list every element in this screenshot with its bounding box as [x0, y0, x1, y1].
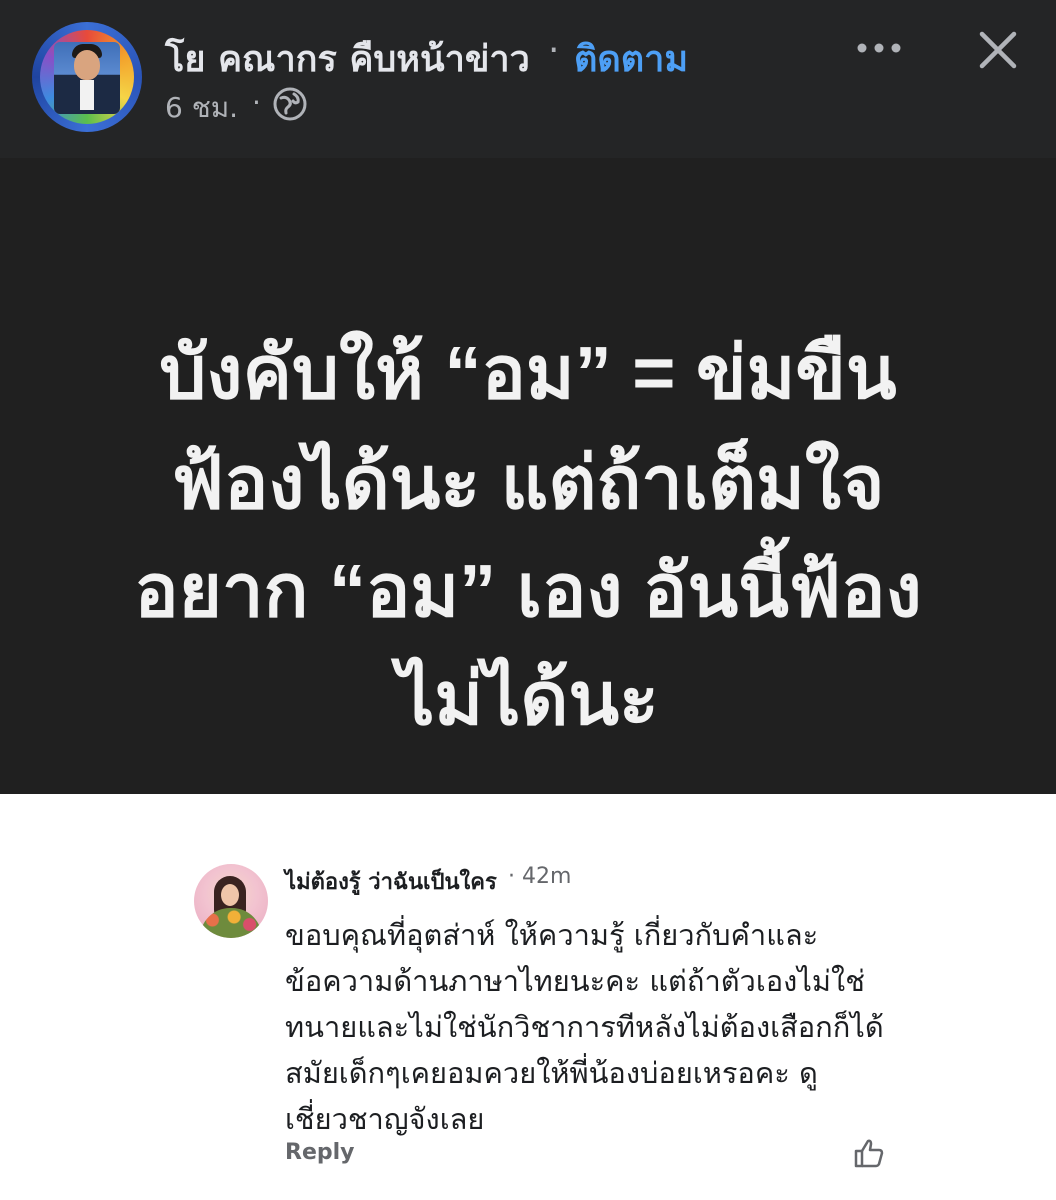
- post-timestamp[interactable]: 6 ชม.: [165, 86, 238, 130]
- comment-time: · 42m: [508, 864, 572, 889]
- thumbs-up-icon[interactable]: [852, 1136, 886, 1170]
- comment-text-line: ทนายและไม่ใช่นักวิชาการทีหลังไม่ต้องเสือ…: [285, 1010, 884, 1044]
- page-name[interactable]: โย คณากร คืบหน้าข่าว: [165, 30, 530, 87]
- post-image[interactable]: บังคับให้ “อม” = ข่มขืน ฟ้องได้นะ แต่ถ้า…: [0, 158, 1056, 794]
- reply-button[interactable]: Reply: [285, 1140, 355, 1165]
- post-image-text-line: ฟ้องได้นะ แต่ถ้าเต็มใจ: [171, 441, 885, 524]
- post-image-text-line: อยาก “อม” เอง อันนี้ฟ้อง: [134, 549, 922, 632]
- more-horizontal-icon[interactable]: [856, 38, 902, 58]
- close-icon[interactable]: [976, 28, 1020, 72]
- comment-text-line: สมัยเด็กๆเคยอมควยให้พี่น้องบ่อยเหรอคะ ดู: [285, 1056, 818, 1090]
- comment-text-line: ขอบคุณที่อุตส่าห์ ให้ความรู้ เกี่ยวกับคำ…: [285, 918, 819, 952]
- follow-button[interactable]: ติดตาม: [574, 30, 688, 87]
- post-image-text-line: บังคับให้ “อม” = ข่มขืน: [159, 331, 897, 414]
- timestamp-separator: ·: [252, 86, 261, 119]
- name-separator: ·: [548, 30, 560, 71]
- post-header: โย คณากร คืบหน้าข่าว · ติดตาม 6 ชม. ·: [0, 0, 1056, 158]
- post-image-text-line: ไม่ได้นะ: [397, 657, 659, 740]
- page-avatar[interactable]: [32, 22, 142, 132]
- comment-text-line: เชี่ยวชาญจังเลย: [285, 1102, 485, 1136]
- commenter-avatar[interactable]: [194, 864, 268, 938]
- globe-icon: [273, 87, 307, 121]
- commenter-name[interactable]: ไม่ต้องรู้ ว่าฉันเป็นใคร: [285, 864, 497, 899]
- comment-text-line: ข้อความด้านภาษาไทยนะคะ แต่ถ้าตัวเองไม่ใช…: [285, 964, 865, 998]
